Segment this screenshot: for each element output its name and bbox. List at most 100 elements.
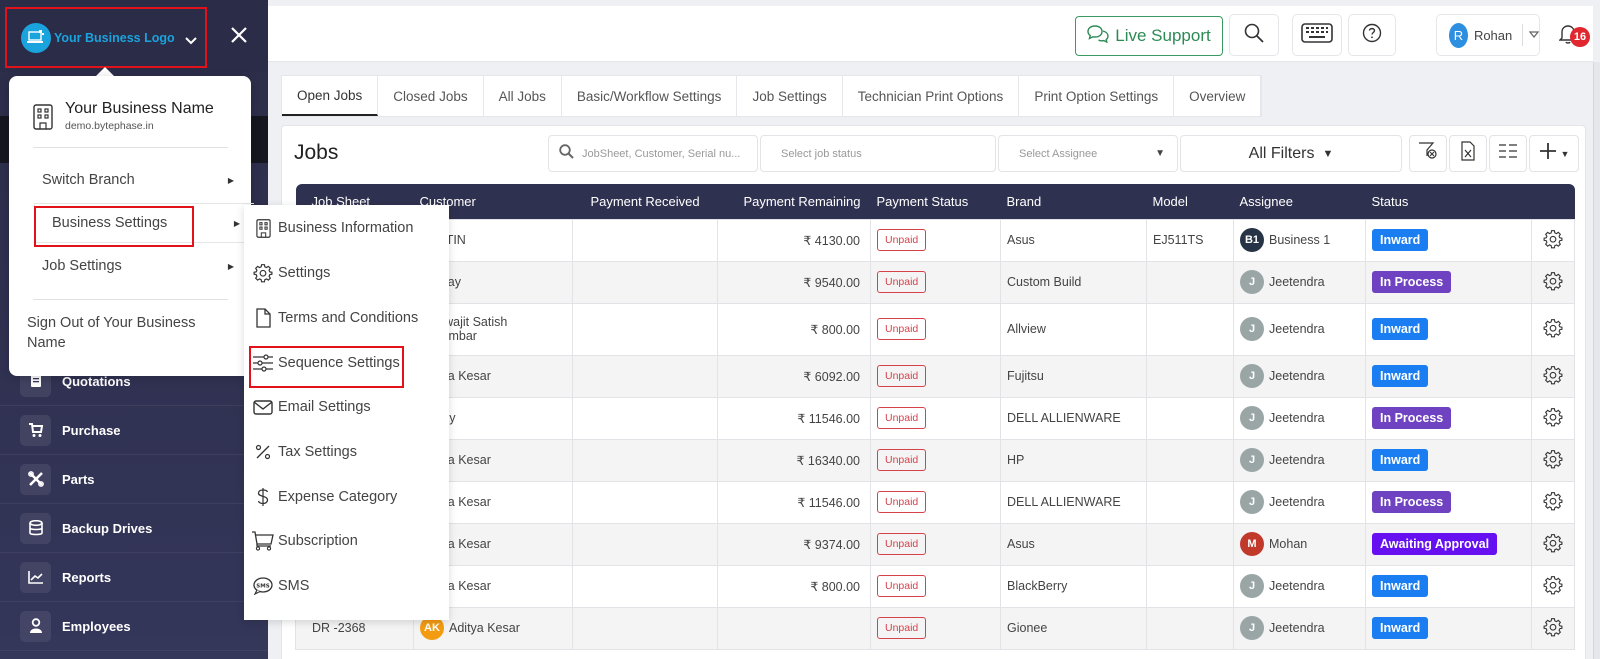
assignee-cell: J Jeetendra <box>1233 302 1366 356</box>
gear-icon[interactable] <box>1543 617 1563 640</box>
job-status-badge[interactable]: Inward <box>1372 365 1429 387</box>
gear-icon[interactable] <box>1543 318 1563 341</box>
close-icon[interactable] <box>230 22 248 48</box>
column-header-brand[interactable]: Brand <box>1001 184 1147 219</box>
table-row[interactable]: Aditya Kesar ₹ 800.00 Unpaid BlackBerry … <box>295 564 1575 608</box>
menu-item-job-settings[interactable]: Job Settings ▶ <box>33 246 248 286</box>
gear-icon[interactable] <box>1543 271 1563 294</box>
column-header-status[interactable]: Status <box>1366 184 1532 219</box>
keyboard-shortcuts-button[interactable] <box>1292 14 1342 56</box>
assignee-avatar: J <box>1240 490 1264 514</box>
assignee-avatar: J <box>1240 406 1264 430</box>
row-settings-cell[interactable] <box>1531 438 1575 482</box>
business-logo-switcher[interactable]: Your Business Logo <box>5 7 207 68</box>
row-settings-cell[interactable] <box>1531 480 1575 524</box>
job-sheet-id[interactable]: DR -2368 <box>312 621 366 635</box>
sidebar-item-reports[interactable]: Reports <box>0 553 268 602</box>
row-settings-cell[interactable] <box>1531 354 1575 398</box>
job-status-badge[interactable]: Inward <box>1372 575 1429 597</box>
page-scrollbar[interactable] <box>1593 62 1600 659</box>
gear-icon[interactable] <box>1543 533 1563 556</box>
user-name: Rohan <box>1473 27 1513 43</box>
tab-basic-workflow-settings[interactable]: Basic/Workflow Settings <box>562 76 738 116</box>
submenu-item-terms-and-conditions[interactable]: Terms and Conditions <box>252 300 418 336</box>
row-settings-cell[interactable] <box>1531 302 1575 356</box>
sidebar-item-purchase[interactable]: Purchase <box>0 406 268 455</box>
row-settings-cell[interactable] <box>1531 260 1575 304</box>
assignee-select[interactable]: Select Assignee ▼ <box>998 135 1178 172</box>
brand-cell: Asus <box>1000 218 1147 262</box>
table-row[interactable]: Abhay ₹ 11546.00 Unpaid DELL ALLIENWARE … <box>295 396 1575 440</box>
submenu-item-sms[interactable]: SMS SMS <box>252 568 309 604</box>
submenu-item-email-settings[interactable]: Email Settings <box>252 389 371 425</box>
payment-status-badge: Unpaid <box>877 318 927 340</box>
row-settings-cell[interactable] <box>1531 396 1575 440</box>
job-search-input[interactable]: JobSheet, Customer, Serial nu... <box>548 135 758 172</box>
job-status-select[interactable]: Select job status <box>760 135 996 172</box>
sign-out-button[interactable]: Sign Out of Your Business Name <box>24 313 219 353</box>
submenu-item-business-information[interactable]: Business Information <box>252 210 413 246</box>
submenu-item-subscription[interactable]: Subscription <box>252 523 358 559</box>
list-columns-icon <box>1498 144 1518 163</box>
job-status-badge[interactable]: Inward <box>1372 617 1429 639</box>
job-status-badge[interactable]: Awaiting Approval <box>1372 533 1498 555</box>
table-row[interactable]: Aditya Kesar ₹ 11546.00 Unpaid DELL ALLI… <box>295 480 1575 524</box>
table-row[interactable]: Aditya Kesar ₹ 9374.00 Unpaid Asus M Moha… <box>295 522 1575 566</box>
employee-icon <box>20 610 51 642</box>
job-status-badge[interactable]: In Process <box>1372 271 1452 293</box>
submenu-item-expense-category[interactable]: Expense Category <box>252 479 397 515</box>
submenu-item-settings[interactable]: Settings <box>252 255 330 291</box>
column-view-button[interactable] <box>1489 135 1527 172</box>
sidebar-item-parts[interactable]: Parts <box>0 455 268 504</box>
submenu-item-label: Terms and Conditions <box>278 310 419 326</box>
live-support-button[interactable]: Live Support <box>1075 16 1223 56</box>
tab-all-jobs[interactable]: All Jobs <box>484 76 562 116</box>
table-row[interactable]: Aditya Kesar ₹ 16340.00 Unpaid HP J Jeete… <box>295 438 1575 482</box>
tab-technician-print-options[interactable]: Technician Print Options <box>843 76 1020 116</box>
row-settings-cell[interactable] <box>1531 218 1575 262</box>
export-excel-button[interactable] <box>1449 135 1487 172</box>
add-job-dropdown-button[interactable]: ▼ <box>1529 135 1579 172</box>
column-header-model[interactable]: Model <box>1147 184 1234 219</box>
tab-print-option-settings[interactable]: Print Option Settings <box>1019 76 1175 116</box>
tab-open-jobs[interactable]: Open Jobs <box>282 76 379 116</box>
job-status-badge[interactable]: Inward <box>1372 449 1429 471</box>
table-row[interactable]: DR -2368 AK Aditya Kesar Unpaid Gionee JJ… <box>295 606 1575 650</box>
column-header-payment-received[interactable]: Payment Received <box>573 184 718 219</box>
menu-item-switch-branch[interactable]: Switch Branch ▶ <box>33 160 248 200</box>
column-header-payment-remaining[interactable]: Payment Remaining <box>718 184 871 219</box>
clear-filter-button[interactable] <box>1409 135 1447 172</box>
gear-icon[interactable] <box>1543 491 1563 514</box>
gear-icon[interactable] <box>1543 575 1563 598</box>
job-status-badge[interactable]: Inward <box>1372 318 1429 340</box>
help-button[interactable] <box>1348 14 1396 56</box>
gear-icon <box>252 263 274 283</box>
submenu-item-tax-settings[interactable]: Tax Settings <box>252 434 357 470</box>
brand-cell: HP <box>1000 438 1147 482</box>
row-settings-cell[interactable] <box>1531 606 1575 650</box>
gear-icon[interactable] <box>1543 365 1563 388</box>
job-status-badge[interactable]: In Process <box>1372 407 1452 429</box>
row-settings-cell[interactable] <box>1531 522 1575 566</box>
search-button[interactable] <box>1229 14 1279 56</box>
column-header-assignee[interactable]: Assignee <box>1234 184 1366 219</box>
sidebar-item-employees[interactable]: Employees <box>0 602 268 651</box>
table-row[interactable]: Akshay ₹ 9540.00 Unpaid Custom Build JJe… <box>295 260 1575 304</box>
table-row[interactable]: Aditya Kesar ₹ 6092.00 Unpaid Fujitsu JJ… <box>295 354 1575 398</box>
tab-closed-jobs[interactable]: Closed Jobs <box>378 76 484 116</box>
all-filters-button[interactable]: All Filters ▼ <box>1180 135 1402 172</box>
gear-icon[interactable] <box>1543 407 1563 430</box>
table-row[interactable]: Vishwajit Satish Sayambar ₹ 800.00 Unpai… <box>295 302 1575 356</box>
gear-icon[interactable] <box>1543 449 1563 472</box>
job-status-badge[interactable]: Inward <box>1372 229 1429 251</box>
user-menu-button[interactable]: R Rohan <box>1436 14 1540 56</box>
job-status-badge[interactable]: In Process <box>1372 491 1452 513</box>
sms-icon: SMS <box>252 577 274 595</box>
gear-icon[interactable] <box>1543 229 1563 252</box>
tab-overview[interactable]: Overview <box>1174 76 1262 116</box>
sidebar-item-backup-drives[interactable]: Backup Drives <box>0 504 268 553</box>
tab-job-settings[interactable]: Job Settings <box>737 76 843 116</box>
column-header-payment-status[interactable]: Payment Status <box>871 184 1001 219</box>
row-settings-cell[interactable] <box>1531 564 1575 608</box>
table-row[interactable]: AUSTIN ₹ 4130.00 Unpaid Asus EJ511TS B1B… <box>295 218 1575 262</box>
